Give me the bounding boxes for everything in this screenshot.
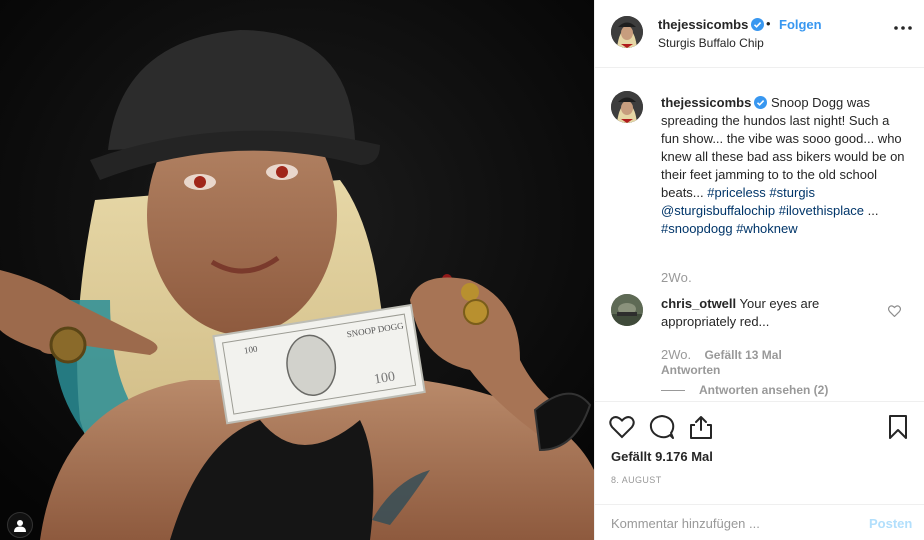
instagram-post: SNOOP DOGG 100 100 thejessicombs • Folge…: [0, 0, 924, 540]
hashtag-link[interactable]: #whoknew: [736, 221, 797, 236]
location-link[interactable]: Sturgis Buffalo Chip: [658, 36, 764, 50]
caption-ellipsis: ...: [867, 203, 879, 218]
likes-count[interactable]: Gefällt 9.176 Mal: [611, 449, 713, 464]
bookmark-icon[interactable]: [885, 414, 911, 440]
avatar[interactable]: [611, 16, 643, 48]
post-actions: Gefällt 9.176 Mal 8. AUGUST: [595, 401, 924, 501]
comment-meta: 2Wo. Gefällt 13 Mal Antworten: [661, 347, 782, 378]
post-comment-button[interactable]: Posten: [869, 516, 912, 531]
header-username[interactable]: thejessicombs: [658, 17, 765, 32]
heart-icon[interactable]: [609, 414, 635, 440]
replies-divider: [661, 390, 685, 392]
share-icon[interactable]: [688, 414, 714, 440]
comment-likes[interactable]: Gefällt 13 Mal: [704, 348, 781, 362]
header-separator: •: [766, 16, 771, 31]
hashtag-link[interactable]: #priceless: [707, 185, 766, 200]
view-replies-label[interactable]: Antworten ansehen (2): [699, 383, 828, 397]
hashtag-link[interactable]: #snoopdogg: [661, 221, 733, 236]
comments-list[interactable]: thejessicombs Snoop Dogg was spreading t…: [595, 69, 924, 401]
photo-image: SNOOP DOGG 100 100: [0, 0, 594, 540]
reply-button[interactable]: Antworten: [661, 363, 720, 377]
caption-text: thejessicombs Snoop Dogg was spreading t…: [661, 94, 911, 238]
mention-link[interactable]: @sturgisbuffalochip: [661, 203, 775, 218]
post-photo[interactable]: SNOOP DOGG 100 100: [0, 0, 594, 540]
caption-timestamp[interactable]: 2Wo.: [661, 270, 692, 285]
verified-badge-icon: [751, 18, 765, 31]
avatar[interactable]: [611, 294, 643, 326]
view-replies-button[interactable]: Antworten ansehen (2): [661, 383, 828, 397]
post-header: thejessicombs • Folgen Sturgis Buffalo C…: [595, 0, 924, 68]
more-options-icon[interactable]: [893, 24, 913, 32]
comment-text: chris_otwell Your eyes are appropriately…: [661, 295, 871, 331]
follow-button[interactable]: Folgen: [779, 17, 822, 32]
verified-badge-icon: [754, 96, 768, 109]
user-tag-icon[interactable]: [7, 512, 33, 538]
hashtag-link[interactable]: #ilovethisplace: [779, 203, 864, 218]
post-side-panel: thejessicombs • Folgen Sturgis Buffalo C…: [594, 0, 924, 540]
hashtag-link[interactable]: #sturgis: [769, 185, 815, 200]
avatar[interactable]: [611, 91, 643, 123]
caption-username[interactable]: thejessicombs: [661, 95, 751, 110]
comment-bubble-icon[interactable]: [649, 414, 675, 440]
comment-like-heart-icon[interactable]: [888, 305, 901, 317]
add-comment-form: Posten: [595, 504, 924, 540]
post-date[interactable]: 8. AUGUST: [611, 475, 662, 485]
comment-input[interactable]: [611, 514, 851, 532]
comment-timestamp[interactable]: 2Wo.: [661, 347, 691, 362]
comment-username[interactable]: chris_otwell: [661, 296, 736, 311]
